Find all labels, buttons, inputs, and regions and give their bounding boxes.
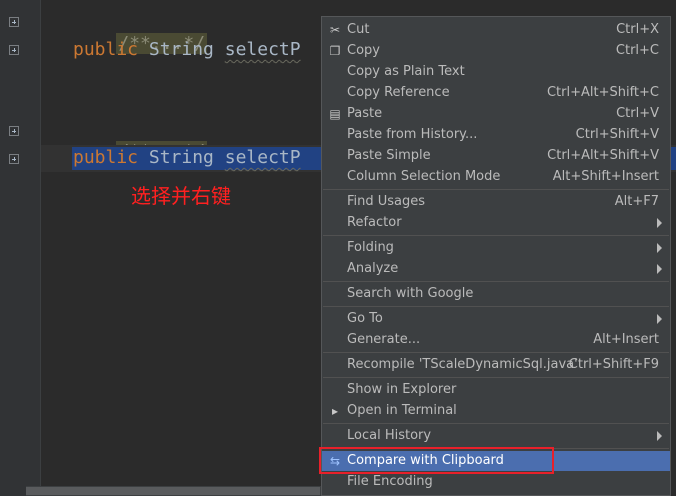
menu-item-refactor[interactable]: Refactor (322, 213, 670, 233)
menu-item-label: Paste from History... (347, 127, 478, 142)
menu-item-label: Recompile 'TScaleDynamicSql.java' (347, 357, 578, 372)
menu-item-find-usages[interactable]: Find Usages Alt+F7 (322, 192, 670, 212)
menu-item-label: File Encoding (347, 474, 433, 489)
annotation-text: 选择并右键 (131, 184, 231, 208)
scissors-icon: ✂ (329, 23, 341, 37)
menu-item-shortcut: Ctrl+X (616, 22, 659, 37)
menu-item-label: Column Selection Mode (347, 169, 501, 184)
highlight-annotation-box (319, 447, 554, 474)
menu-item-copy[interactable]: ❐ Copy Ctrl+C (322, 41, 670, 61)
clipboard-icon: ▤ (329, 107, 341, 121)
menu-item-cut[interactable]: ✂ Cut Ctrl+X (322, 20, 670, 40)
menu-item-label: Copy as Plain Text (347, 64, 465, 79)
menu-separator (323, 377, 669, 378)
scrollbar-thumb[interactable] (26, 487, 320, 495)
menu-item-search-with-google[interactable]: Search with Google (322, 284, 670, 304)
code-line-selected[interactable]: public String selectP (73, 147, 301, 169)
menu-item-label: Search with Google (347, 286, 474, 301)
submenu-arrow-icon (657, 264, 662, 274)
menu-item-folding[interactable]: Folding (322, 238, 670, 258)
menu-separator (323, 352, 669, 353)
fold-expand-icon[interactable] (9, 154, 19, 164)
menu-item-label: Open in Terminal (347, 403, 457, 418)
menu-separator (323, 189, 669, 190)
menu-item-copy-plain-text[interactable]: Copy as Plain Text (322, 62, 670, 82)
menu-item-shortcut: Ctrl+Alt+Shift+V (547, 148, 659, 163)
menu-item-copy-reference[interactable]: Copy Reference Ctrl+Alt+Shift+C (322, 83, 670, 103)
menu-item-analyze[interactable]: Analyze (322, 259, 670, 279)
menu-item-label: Show in Explorer (347, 382, 457, 397)
menu-item-column-selection-mode[interactable]: Column Selection Mode Alt+Shift+Insert (322, 167, 670, 187)
menu-item-label: Paste Simple (347, 148, 431, 163)
editor-gutter (0, 0, 40, 496)
submenu-arrow-icon (657, 431, 662, 441)
submenu-arrow-icon (657, 218, 662, 228)
menu-item-shortcut: Ctrl+Alt+Shift+C (546, 85, 659, 100)
menu-item-paste[interactable]: ▤ Paste Ctrl+V (322, 104, 670, 124)
method-name: selectP (224, 147, 301, 168)
menu-item-open-in-terminal[interactable]: ▸ Open in Terminal (322, 401, 670, 421)
menu-item-label: Copy Reference (347, 85, 450, 100)
menu-item-label: Copy (347, 43, 380, 58)
menu-item-paste-from-history[interactable]: Paste from History... Ctrl+Shift+V (322, 125, 670, 145)
submenu-arrow-icon (657, 243, 662, 253)
menu-item-shortcut: Alt+Shift+Insert (552, 169, 659, 184)
menu-item-label: Folding (347, 240, 394, 255)
menu-item-shortcut: Ctrl+Shift+F9 (568, 357, 659, 372)
type-name: String (148, 147, 214, 168)
menu-item-shortcut: Alt+F7 (614, 194, 659, 209)
menu-item-generate[interactable]: Generate... Alt+Insert (322, 330, 670, 350)
fold-expand-icon[interactable] (9, 17, 19, 27)
menu-item-shortcut: Ctrl+V (616, 106, 659, 121)
menu-item-go-to[interactable]: Go To (322, 309, 670, 329)
fold-expand-icon[interactable] (9, 126, 19, 136)
menu-item-label: Refactor (347, 215, 402, 230)
menu-item-label: Find Usages (347, 194, 426, 209)
context-menu: ✂ Cut Ctrl+X ❐ Copy Ctrl+C Copy as Plain… (321, 16, 671, 496)
menu-separator (323, 423, 669, 424)
menu-separator (323, 235, 669, 236)
menu-item-shortcut: Ctrl+C (615, 43, 659, 58)
menu-item-label: Paste (347, 106, 383, 121)
type-name: String (148, 39, 214, 60)
fold-expand-icon[interactable] (9, 45, 19, 55)
submenu-arrow-icon (657, 314, 662, 324)
menu-item-shortcut: Alt+Insert (593, 332, 659, 347)
menu-item-paste-simple[interactable]: Paste Simple Ctrl+Alt+Shift+V (322, 146, 670, 166)
gutter-divider (40, 0, 41, 496)
keyword: public (73, 147, 139, 168)
menu-item-show-in-explorer[interactable]: Show in Explorer (322, 380, 670, 400)
method-name: selectP (224, 39, 301, 60)
menu-item-label: Generate... (347, 332, 421, 347)
menu-separator (323, 281, 669, 282)
menu-item-shortcut: Ctrl+Shift+V (575, 127, 659, 142)
menu-item-label: Go To (347, 311, 383, 326)
code-line-method[interactable]: public String selectP (73, 39, 301, 61)
menu-item-label: Cut (347, 22, 370, 37)
terminal-icon: ▸ (331, 404, 339, 418)
copy-icon: ❐ (329, 44, 341, 58)
menu-item-recompile[interactable]: Recompile 'TScaleDynamicSql.java' Ctrl+S… (322, 355, 670, 375)
menu-item-label: Analyze (347, 261, 399, 276)
menu-separator (323, 306, 669, 307)
menu-item-file-encoding[interactable]: File Encoding (322, 472, 670, 492)
menu-item-local-history[interactable]: Local History (322, 426, 670, 446)
menu-item-label: Local History (347, 428, 432, 443)
keyword: public (73, 39, 139, 60)
